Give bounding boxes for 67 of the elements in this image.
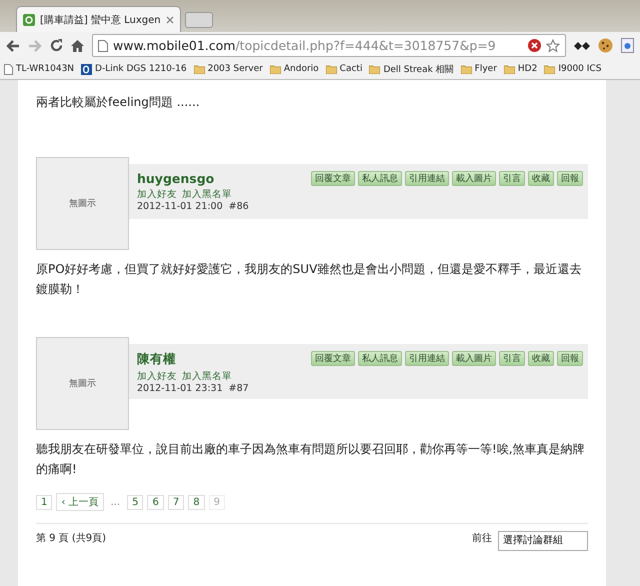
post-text: 聽我朋友在研發單位，說目前出廠的車子因為煞車有問題所以要召回耶，勸你再等一等!唉,煞車真是納牌的痛啊! <box>36 441 586 478</box>
action-button[interactable]: 回報 <box>557 171 583 186</box>
page-link[interactable]: 5 <box>127 494 144 510</box>
action-button[interactable]: 引用連結 <box>405 171 449 186</box>
user-link[interactable]: 加入好友 <box>137 188 177 201</box>
action-button[interactable]: 私人訊息 <box>358 351 402 366</box>
ellipsis: ... <box>110 496 122 508</box>
bookmark[interactable]: D-Link DGS 1210-16 <box>81 64 187 74</box>
bookmark[interactable]: Dell Streak 相關 <box>369 62 454 76</box>
no-image-caption: 無圖示 <box>69 378 96 390</box>
goto-label: 前往 <box>472 532 492 545</box>
bookmark[interactable]: 2003 Server <box>194 64 263 74</box>
action-button[interactable]: 回覆文章 <box>311 351 355 366</box>
page-icon <box>4 64 13 74</box>
action-button[interactable]: 載入圖片 <box>452 171 496 186</box>
page-icon <box>98 40 108 52</box>
star-icon[interactable] <box>546 38 560 52</box>
bookmark[interactable]: TL-WR1043N <box>4 64 74 74</box>
author-name[interactable]: 陳有權 <box>137 351 249 368</box>
bookmark[interactable]: I9000 ICS <box>544 64 602 74</box>
no-image-caption: 無圖示 <box>69 198 96 210</box>
folder-icon <box>270 64 281 74</box>
action-button[interactable]: 收藏 <box>528 171 554 186</box>
cookie-icon[interactable] <box>598 38 613 53</box>
post-meta: 2012-11-01 21:00 #86 <box>137 201 249 212</box>
block-icon[interactable] <box>528 39 541 52</box>
page-link[interactable]: 1 <box>36 494 52 510</box>
folder-icon <box>544 64 556 74</box>
post-meta: 2012-11-01 23:31 #87 <box>137 383 249 394</box>
action-button[interactable]: 引言 <box>499 171 525 186</box>
home-icon[interactable] <box>71 40 84 52</box>
close-icon[interactable] <box>166 16 174 24</box>
bookmark[interactable]: Andorio <box>270 64 319 74</box>
user-link[interactable]: 加入黑名單 <box>182 370 232 383</box>
browser-tab[interactable]: [購車請益] 蠻中意 Luxgen <box>16 6 181 32</box>
action-button[interactable]: 引言 <box>499 351 525 366</box>
folder-icon <box>194 64 205 74</box>
folder-icon <box>504 64 515 74</box>
forum-select[interactable]: 選擇討論群組 <box>498 531 588 551</box>
user-link[interactable]: 加入好友 <box>137 370 177 383</box>
folder-icon <box>369 64 380 74</box>
page-link[interactable]: 6 <box>147 494 164 510</box>
post-text: 原PO好好考慮，但買了就好好愛護它，我朋友的SUV雖然也是會出小問題，但還是愛不釋手，最近還去鍍膜勒！ <box>36 261 582 298</box>
post-text: 兩者比較屬於feeling問題 ...... <box>36 94 201 111</box>
bookmark[interactable]: HD2 <box>504 64 538 74</box>
site-icon <box>23 14 35 26</box>
page-link[interactable]: 8 <box>188 494 205 510</box>
action-button[interactable]: 引用連結 <box>405 351 449 366</box>
page-link[interactable]: 7 <box>168 494 184 510</box>
action-button[interactable]: 回報 <box>557 351 583 366</box>
user-link[interactable]: 加入黑名單 <box>182 188 232 201</box>
tab-title: [購車請益] 蠻中意 Luxgen <box>40 14 161 26</box>
action-button[interactable]: 私人訊息 <box>358 171 402 186</box>
folder-icon <box>326 64 337 74</box>
page-link[interactable]: ‹ 上一頁 <box>56 493 104 511</box>
action-button[interactable]: 收藏 <box>528 351 554 366</box>
folder-icon <box>460 64 472 74</box>
bookmark[interactable]: Cacti <box>326 64 362 74</box>
action-button[interactable]: 回覆文章 <box>311 171 355 186</box>
bookmark[interactable]: Flyer <box>460 64 497 74</box>
page-info: 第 9 頁 (共9頁) <box>36 532 106 545</box>
reload-icon[interactable] <box>50 39 63 52</box>
back-icon[interactable] <box>6 40 20 52</box>
action-button[interactable]: 載入圖片 <box>452 351 496 366</box>
document-icon[interactable] <box>621 38 634 53</box>
author-name[interactable]: huygensgo <box>137 171 249 186</box>
address-bar[interactable]: www.mobile01.com/topicdetail.php?f=444&t=3018757&p=9 <box>92 34 566 57</box>
